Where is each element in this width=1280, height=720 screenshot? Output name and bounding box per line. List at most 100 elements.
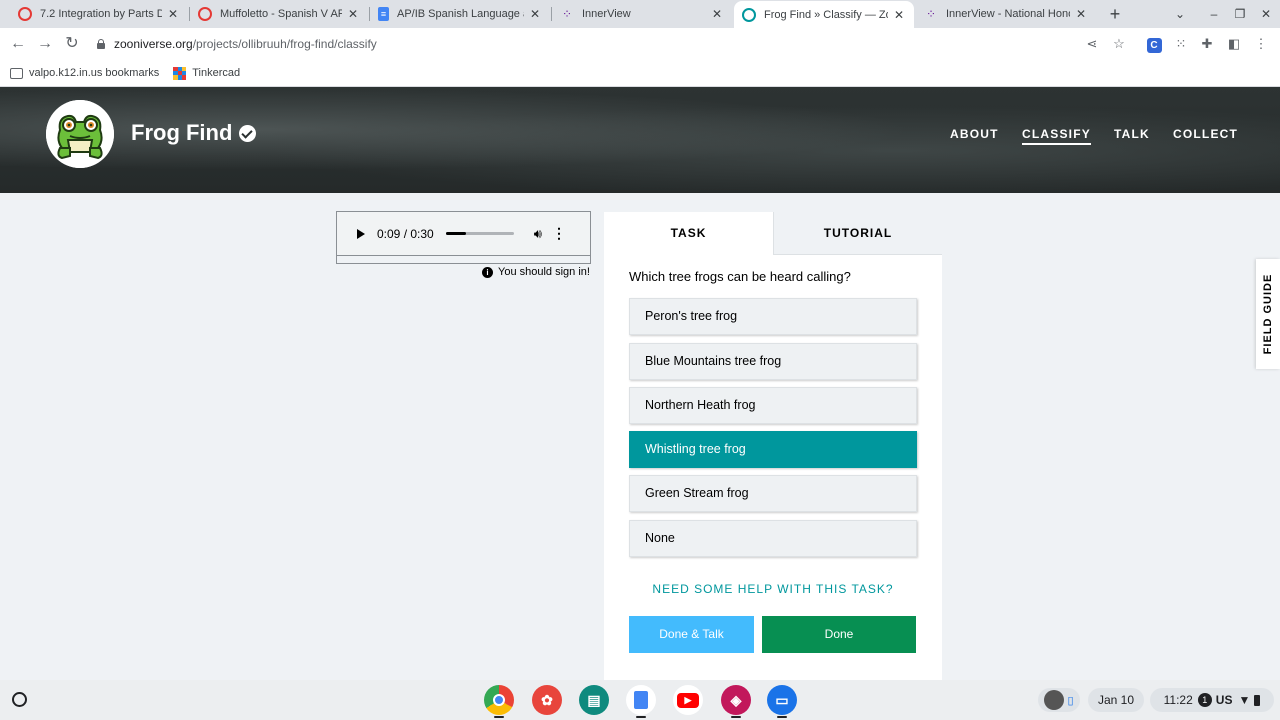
new-tab-button[interactable]: +: [1104, 3, 1126, 25]
extensions-puzzle-icon[interactable]: ✚: [1197, 34, 1217, 54]
classroom-app-icon[interactable]: ▤: [579, 685, 609, 715]
answer-option[interactable]: Blue Mountains tree frog: [629, 343, 917, 380]
browser-tab[interactable]: ⁘ InnerView - National Honor ✕: [916, 0, 1096, 28]
audio-player[interactable]: 0:09 / 0:30 🔊︎ ⋮: [337, 212, 590, 256]
close-icon[interactable]: ✕: [346, 7, 360, 21]
bookmark-tinkercad[interactable]: Tinkercad: [173, 66, 240, 80]
phone-hub-icon: ▯: [1067, 694, 1074, 707]
canvas-app-icon[interactable]: ✿: [532, 685, 562, 715]
close-icon[interactable]: ✕: [892, 8, 906, 22]
url-path: /projects/ollibruuh/frog-find/classify: [192, 37, 377, 51]
audio-seek-bar[interactable]: [445, 232, 514, 235]
signin-notice[interactable]: i You should sign in!: [482, 266, 590, 278]
address-bar[interactable]: zooniverse.org /projects/ollibruuh/frog-…: [90, 30, 1150, 58]
browser-tab[interactable]: Muffoletto - Spanish V AP/I ✕: [190, 0, 368, 28]
tab-title: InnerView: [582, 8, 631, 20]
folder-icon: [10, 67, 23, 79]
chrome-app-icon[interactable]: [484, 685, 514, 715]
volume-icon[interactable]: 🔊︎: [534, 226, 542, 242]
answer-option[interactable]: Peron's tree frog: [629, 298, 917, 335]
tab-title: Muffoletto - Spanish V AP/I: [220, 8, 342, 20]
back-arrow-icon[interactable]: ←: [6, 32, 30, 56]
date-tray[interactable]: Jan 10: [1088, 688, 1144, 712]
tab-task[interactable]: TASK: [604, 212, 773, 255]
nav-collect[interactable]: COLLECT: [1173, 127, 1238, 141]
side-panel-icon[interactable]: ◧: [1224, 34, 1244, 54]
info-icon: i: [482, 266, 493, 278]
close-icon[interactable]: ✕: [528, 7, 542, 21]
signin-text: You should sign in!: [498, 266, 590, 278]
task-help-link[interactable]: NEED SOME HELP WITH THIS TASK?: [604, 582, 942, 596]
profile-avatar: [1044, 690, 1065, 710]
browser-tab[interactable]: ≡ AP/IB Spanish Language ar ✕: [370, 0, 550, 28]
notification-badge: 1: [1197, 693, 1212, 707]
done-and-talk-button[interactable]: Done & Talk: [629, 616, 754, 653]
menu-kebab-icon[interactable]: ⋮: [1251, 34, 1271, 54]
audio-menu-icon[interactable]: ⋮: [552, 225, 566, 242]
files-app-icon[interactable]: ▭: [767, 685, 797, 715]
extension-signal-icon[interactable]: ⁙: [1171, 34, 1191, 54]
youtube-app-icon[interactable]: ▶: [673, 685, 703, 715]
lock-icon: [96, 39, 106, 49]
circle-red-icon: [18, 7, 32, 21]
project-avatar[interactable]: [46, 100, 114, 168]
play-icon[interactable]: [357, 228, 365, 239]
bookmark-label: valpo.k12.in.us bookmarks: [29, 67, 160, 79]
shelf-time: 11:22: [1163, 693, 1193, 707]
minimize-icon[interactable]: –: [1202, 0, 1226, 28]
zooniverse-icon: [742, 7, 756, 22]
restore-icon[interactable]: ❐: [1228, 0, 1252, 28]
tab-title: 7.2 Integration by Parts Day: [40, 8, 162, 20]
tab-title: Frog Find » Classify — Zoon: [764, 8, 888, 21]
field-guide-label: FIELD GUIDE: [1262, 273, 1274, 355]
account-tray[interactable]: ▯: [1038, 688, 1080, 712]
circle-red-icon: [198, 7, 212, 21]
innerview-icon: ⁘: [561, 7, 573, 21]
browser-tab-strip: 7.2 Integration by Parts Day ✕ Muffolett…: [0, 0, 1280, 28]
bookmarks-bar: valpo.k12.in.us bookmarks Tinkercad: [0, 60, 1280, 87]
close-icon[interactable]: ✕: [710, 7, 724, 21]
task-question: Which tree frogs can be heard calling?: [629, 269, 851, 284]
tab-tutorial[interactable]: TUTORIAL: [773, 212, 942, 255]
nav-about[interactable]: ABOUT: [950, 127, 999, 141]
project-title[interactable]: Frog Find: [131, 120, 232, 146]
url-host: zooniverse.org: [114, 37, 193, 51]
tab-title: AP/IB Spanish Language ar: [397, 8, 524, 20]
nav-classify[interactable]: CLASSIFY: [1022, 127, 1091, 145]
tab-search-icon[interactable]: ⌄: [1168, 0, 1192, 28]
bookmark-star-icon[interactable]: ☆: [1109, 34, 1129, 54]
forward-arrow-icon[interactable]: →: [33, 32, 57, 56]
project-header: Frog Find ABOUT CLASSIFY TALK COLLECT: [0, 87, 1280, 193]
launcher-icon[interactable]: [12, 692, 27, 707]
audio-seek-progress: [445, 232, 467, 235]
os-shelf: ✿ ▤ ▶ ◈ ▭ ▯ Jan 10 11:22 1 US ▼: [0, 680, 1280, 720]
clipchamp-app-icon[interactable]: ◈: [721, 685, 751, 715]
close-window-icon[interactable]: ✕: [1254, 0, 1278, 28]
answer-option[interactable]: Green Stream frog: [629, 475, 917, 512]
answer-option[interactable]: None: [629, 520, 917, 557]
google-docs-icon: ≡: [378, 7, 389, 21]
nav-talk[interactable]: TALK: [1114, 127, 1150, 141]
extension-c-icon[interactable]: C: [1144, 34, 1164, 54]
share-icon[interactable]: ⋖: [1082, 34, 1102, 54]
status-tray[interactable]: 11:22 1 US ▼: [1150, 688, 1274, 712]
battery-icon: [1254, 694, 1261, 706]
field-guide-tab[interactable]: FIELD GUIDE: [1256, 259, 1280, 369]
done-button[interactable]: Done: [762, 616, 916, 653]
docs-app-icon[interactable]: [626, 685, 656, 715]
answer-option[interactable]: Northern Heath frog: [629, 387, 917, 424]
shelf-date: Jan 10: [1097, 693, 1135, 707]
shelf-locale: US: [1215, 693, 1233, 707]
bookmark-folder[interactable]: valpo.k12.in.us bookmarks: [10, 67, 159, 79]
innerview-icon: ⁘: [925, 7, 937, 21]
audio-time: 0:09 / 0:30: [377, 226, 434, 241]
answer-option[interactable]: Whistling tree frog: [629, 431, 917, 468]
running-indicator: [777, 716, 787, 718]
browser-tab-active[interactable]: Frog Find » Classify — Zoon ✕: [734, 1, 914, 28]
reload-icon[interactable]: ↻: [60, 32, 84, 56]
tab-title: InnerView - National Honor: [946, 8, 1070, 20]
browser-tab[interactable]: 7.2 Integration by Parts Day ✕: [10, 0, 188, 28]
close-icon[interactable]: ✕: [166, 7, 180, 21]
browser-tab[interactable]: ⁘ InnerView ✕: [552, 0, 732, 28]
close-icon[interactable]: ✕: [1074, 7, 1088, 21]
